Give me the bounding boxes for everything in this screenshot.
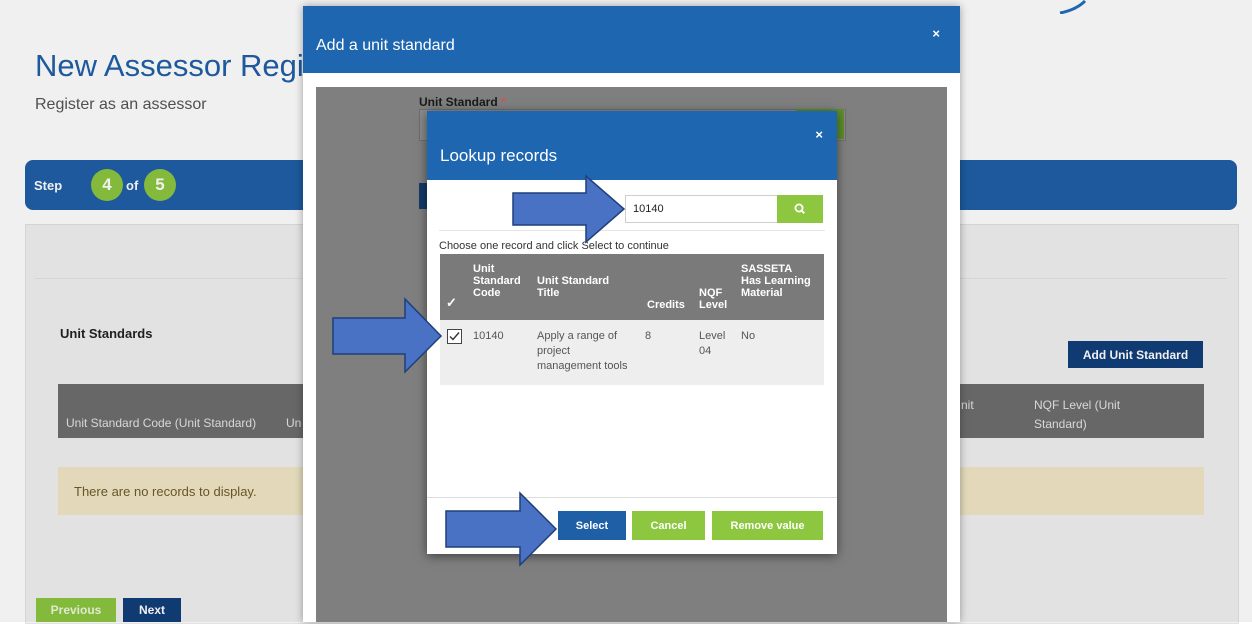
checkmark-icon	[449, 332, 460, 341]
col-nqf-line: Level	[699, 299, 728, 311]
col-nqf-line: NQF	[699, 287, 723, 299]
cell-title: Apply a range of project management tool…	[537, 329, 628, 374]
cell-nqf-level: Level 04	[699, 329, 725, 359]
lookup-search-button[interactable]	[777, 195, 823, 223]
cell-title-line: Apply a range of	[537, 330, 618, 342]
required-marker: *	[501, 95, 506, 109]
lookup-instruction: Choose one record and click Select to co…	[439, 240, 669, 252]
row-select-checkbox[interactable]	[447, 329, 462, 344]
col-sasseta-line: SASSETA	[741, 263, 793, 275]
col-unit-standard-title[interactable]: Unit Standard Title	[537, 275, 609, 299]
close-icon[interactable]: ×	[815, 127, 823, 142]
select-button[interactable]: Select	[558, 511, 626, 540]
cancel-button[interactable]: Cancel	[632, 511, 705, 540]
footer-divider	[427, 497, 837, 498]
lookup-records-modal: Lookup records × Choose one record and c…	[427, 111, 837, 554]
col-sasseta-line: Material	[741, 287, 783, 299]
lookup-table-header: ✓ Unit Standard Code Unit Standard Title…	[440, 254, 824, 320]
lookup-search-input[interactable]	[625, 195, 779, 223]
search-icon	[794, 203, 806, 215]
checkmark-icon[interactable]: ✓	[446, 296, 457, 309]
col-code-line: Code	[473, 287, 501, 299]
cell-title-line: management tools	[537, 360, 628, 372]
remove-value-button[interactable]: Remove value	[712, 511, 823, 540]
unit-standard-label-text: Unit Standard	[419, 95, 498, 109]
col-sasseta-learning-material[interactable]: SASSETA Has Learning Material	[741, 263, 811, 299]
cell-code: 10140	[473, 330, 504, 342]
lookup-modal-title: Lookup records	[440, 146, 558, 165]
divider	[439, 230, 825, 231]
lookup-modal-header: Lookup records ×	[427, 111, 837, 180]
cell-nqf-line: 04	[699, 345, 712, 357]
modal-header: Add a unit standard ×	[303, 6, 960, 73]
col-unit-standard-code[interactable]: Unit Standard Code	[473, 263, 521, 299]
cell-sasseta: No	[741, 330, 756, 342]
annotation-stroke	[1059, 0, 1087, 14]
cell-credits: 8	[645, 330, 652, 342]
cell-nqf-line: Level	[699, 330, 726, 342]
col-title-line: Unit Standard	[537, 275, 610, 287]
modal-title: Add a unit standard	[316, 37, 455, 54]
close-icon[interactable]: ×	[932, 26, 940, 41]
col-code-line: Standard	[473, 275, 521, 287]
col-credits[interactable]: Credits	[647, 299, 685, 311]
col-nqf-level[interactable]: NQF Level	[699, 287, 727, 311]
col-sasseta-line: Has Learning	[741, 275, 811, 287]
col-code-line: Unit	[473, 263, 495, 275]
unit-standard-label: Unit Standard *	[419, 95, 506, 109]
cell-title-line: project	[537, 345, 571, 357]
table-row[interactable]: 10140 Apply a range of project managemen…	[440, 320, 824, 385]
col-title-line: Title	[537, 287, 560, 299]
